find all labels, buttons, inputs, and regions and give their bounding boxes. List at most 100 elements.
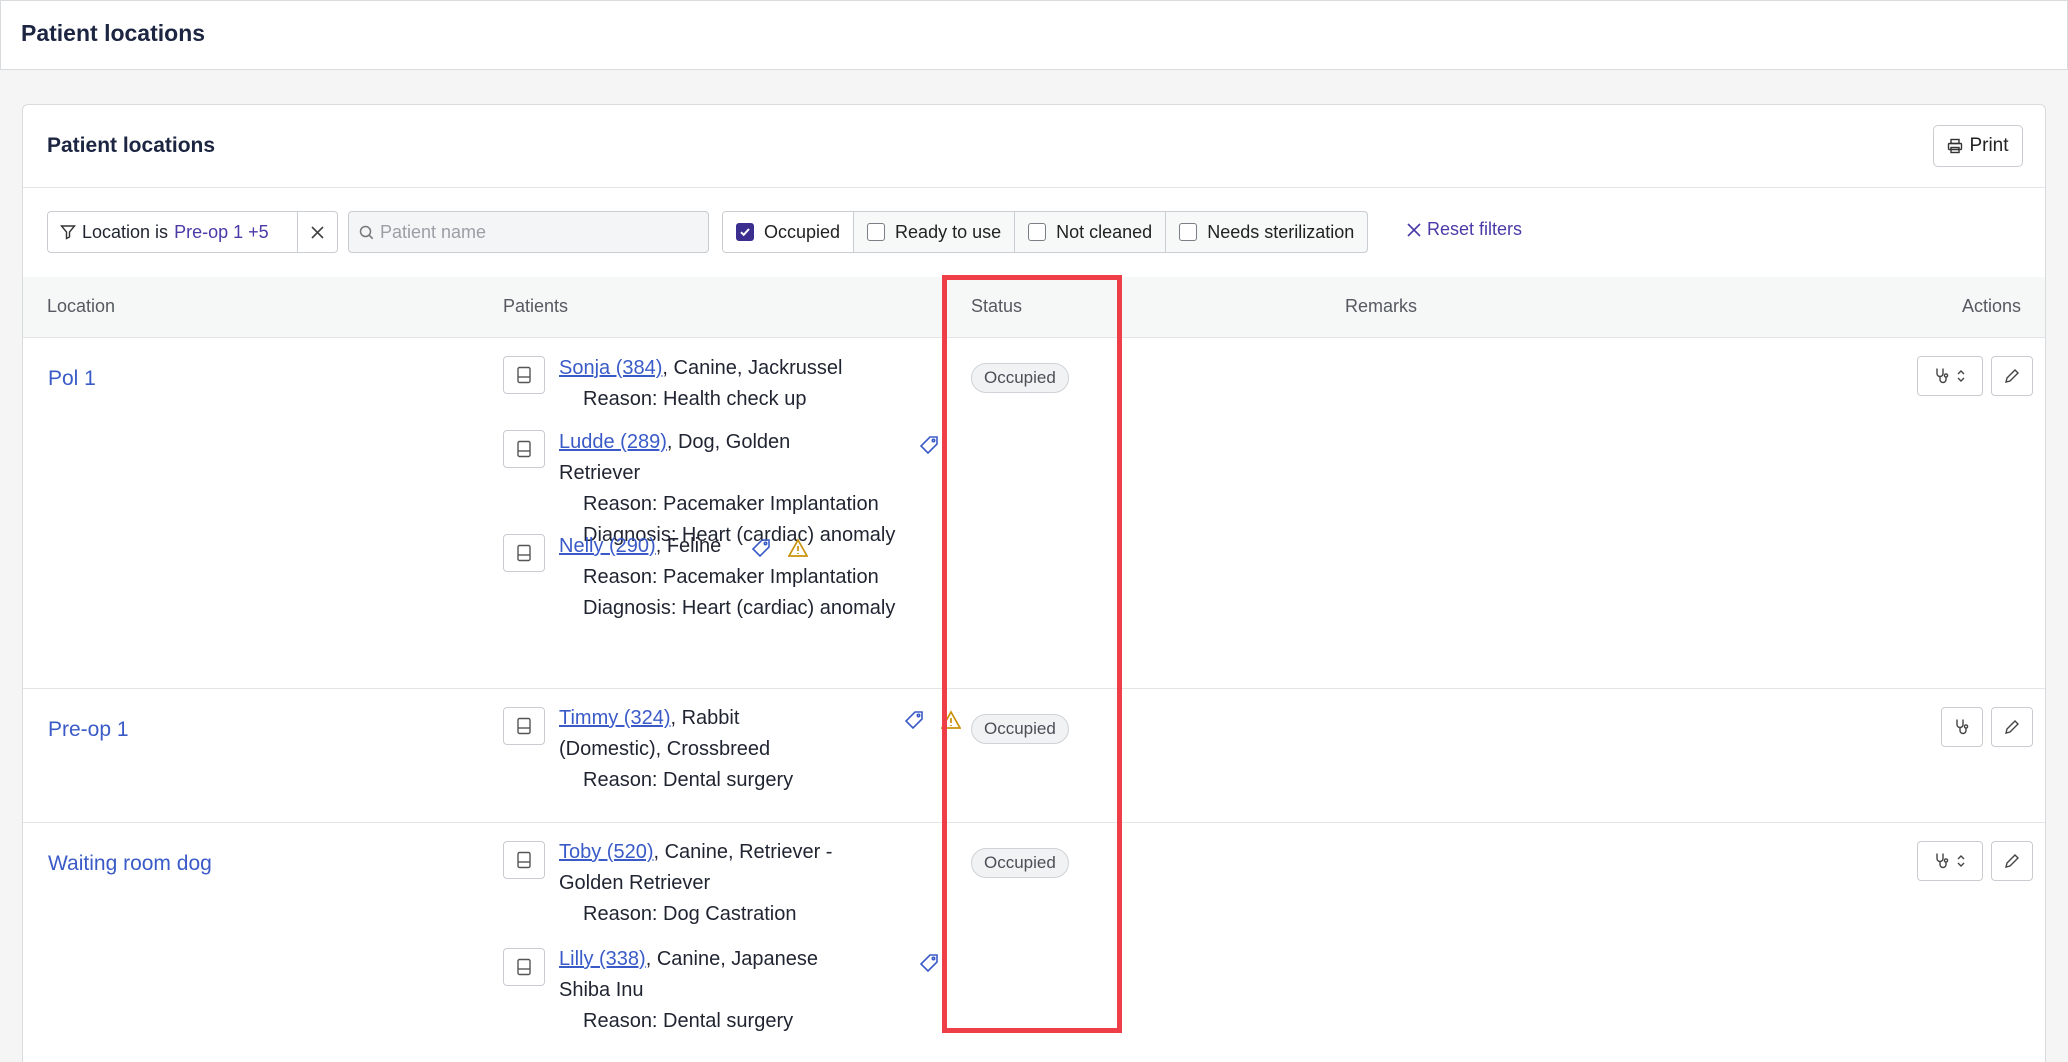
stethoscope-icon bbox=[1936, 368, 1949, 384]
tag-icon[interactable] bbox=[919, 953, 939, 973]
record-icon bbox=[517, 851, 531, 869]
status-filter-needs-sterilization[interactable]: Needs sterilization bbox=[1166, 212, 1367, 252]
search-icon bbox=[359, 225, 374, 239]
page-title: Patient locations bbox=[21, 20, 206, 46]
status-filter-label: Occupied bbox=[764, 221, 841, 242]
patient-reason: Reason: Dog Castration bbox=[583, 903, 797, 925]
edit-button[interactable] bbox=[1991, 707, 2033, 747]
divider bbox=[23, 337, 2045, 338]
status-badge: Occupied bbox=[971, 848, 1069, 878]
divider bbox=[23, 187, 2045, 188]
location-link-pol-1[interactable]: Pol 1 bbox=[48, 367, 96, 391]
table-header bbox=[23, 277, 2045, 337]
row-divider bbox=[23, 822, 2045, 823]
warning-icon[interactable] bbox=[941, 710, 961, 730]
chevron-updown-icon bbox=[1957, 855, 1965, 867]
page-header: Patient locations bbox=[0, 0, 2068, 70]
patient-link[interactable]: Timmy (324) bbox=[559, 707, 670, 729]
assign-vet-dropdown[interactable] bbox=[1917, 841, 1983, 881]
record-icon bbox=[517, 717, 531, 735]
assign-vet-dropdown[interactable] bbox=[1917, 356, 1983, 396]
patient-reason: Reason: Dental surgery bbox=[583, 1010, 794, 1032]
patient-entry: Sonja (384), Canine, Jackrussel Reason: … bbox=[559, 353, 889, 415]
patient-details-cont: Golden Retriever bbox=[559, 872, 711, 894]
patient-link[interactable]: Ludde (289) bbox=[559, 431, 667, 453]
warning-icon[interactable] bbox=[788, 538, 808, 558]
edit-button[interactable] bbox=[1991, 841, 2033, 881]
status-filter-group: Occupied Ready to use Not cleaned Needs … bbox=[722, 211, 1369, 253]
patient-reason: Reason: Pacemaker Implantation bbox=[583, 493, 879, 515]
status-filter-not-cleaned[interactable]: Not cleaned bbox=[1015, 212, 1167, 252]
patient-link[interactable]: Toby (520) bbox=[559, 841, 654, 863]
patient-details-cont: Shiba Inu bbox=[559, 979, 644, 1001]
status-filter-label: Not cleaned bbox=[1056, 221, 1153, 242]
reset-filters-button[interactable]: Reset filters bbox=[1407, 219, 1522, 240]
printer-icon bbox=[1948, 138, 1963, 154]
pencil-icon bbox=[2005, 854, 2019, 868]
status-filter-occupied[interactable]: Occupied bbox=[723, 212, 855, 252]
assign-vet-button[interactable] bbox=[1941, 707, 1983, 747]
location-filter-chip[interactable]: Location is Pre-op 1 +5 bbox=[47, 211, 338, 253]
patient-record-button[interactable] bbox=[503, 430, 545, 468]
status-badge: Occupied bbox=[971, 363, 1069, 393]
patient-search-box[interactable] bbox=[348, 211, 709, 253]
column-header-actions: Actions bbox=[1961, 296, 2021, 316]
column-header-patients[interactable]: Patients bbox=[503, 296, 568, 317]
close-icon bbox=[1407, 222, 1421, 237]
stethoscope-icon bbox=[1936, 853, 1949, 869]
patient-details: , Feline bbox=[655, 535, 722, 557]
patient-record-button[interactable] bbox=[503, 534, 545, 572]
record-icon bbox=[517, 958, 531, 976]
patient-link[interactable]: Nelly (290) bbox=[559, 535, 656, 557]
stethoscope-icon bbox=[1956, 719, 1969, 735]
status-filter-ready-to-use[interactable]: Ready to use bbox=[854, 212, 1016, 252]
patient-record-button[interactable] bbox=[503, 707, 545, 745]
checkbox-unchecked[interactable] bbox=[867, 223, 886, 241]
location-link-pre-op-1[interactable]: Pre-op 1 bbox=[48, 718, 129, 742]
tag-icon[interactable] bbox=[919, 435, 939, 455]
tag-icon[interactable] bbox=[904, 710, 924, 730]
patient-entry: Lilly (338), Canine, Japanese Shiba Inu … bbox=[559, 944, 899, 1037]
column-header-status[interactable]: Status bbox=[971, 296, 1022, 317]
patient-details: , Canine, Retriever - bbox=[653, 841, 833, 863]
checkbox-unchecked[interactable] bbox=[1179, 223, 1198, 241]
filter-icon bbox=[60, 225, 76, 240]
patient-locations-card: Patient locations Print Location is Pre-… bbox=[22, 104, 2046, 1062]
clear-location-filter-button[interactable] bbox=[297, 212, 337, 252]
close-icon bbox=[311, 225, 324, 239]
column-header-remarks[interactable]: Remarks bbox=[1345, 296, 1417, 317]
edit-button[interactable] bbox=[1991, 356, 2033, 396]
location-link-waiting-room-dog[interactable]: Waiting room dog bbox=[48, 852, 212, 876]
patient-record-button[interactable] bbox=[503, 841, 545, 879]
patient-details: , Dog, Golden bbox=[666, 431, 791, 453]
location-filter-main[interactable]: Location is Pre-op 1 +5 bbox=[48, 212, 297, 252]
record-icon bbox=[517, 366, 531, 384]
location-filter-prefix: Location is bbox=[82, 221, 169, 242]
patient-reason: Reason: Health check up bbox=[583, 388, 807, 410]
patient-link[interactable]: Sonja (384) bbox=[559, 357, 662, 379]
patient-reason: Reason: Dental surgery bbox=[583, 769, 794, 791]
chevron-updown-icon bbox=[1957, 370, 1965, 382]
checkbox-unchecked[interactable] bbox=[1028, 223, 1047, 241]
print-label: Print bbox=[1969, 135, 2009, 156]
status-filter-label: Ready to use bbox=[895, 221, 1002, 242]
patient-details-cont: Retriever bbox=[559, 462, 641, 484]
row-divider bbox=[23, 688, 2045, 689]
patient-record-button[interactable] bbox=[503, 356, 545, 394]
patient-entry: Timmy (324), Rabbit (Domestic), Crossbre… bbox=[559, 703, 889, 796]
print-button[interactable]: Print bbox=[1933, 125, 2023, 167]
patient-entry: Nelly (290), Feline Reason: Pacemaker Im… bbox=[559, 531, 939, 624]
pencil-icon bbox=[2005, 720, 2019, 734]
tag-icon[interactable] bbox=[751, 538, 771, 558]
patient-record-button[interactable] bbox=[503, 948, 545, 986]
pencil-icon bbox=[2005, 369, 2019, 383]
status-filter-label: Needs sterilization bbox=[1207, 221, 1355, 242]
checkbox-checked[interactable] bbox=[736, 223, 754, 241]
patient-details: , Rabbit bbox=[670, 707, 740, 729]
patient-details-cont: (Domestic), Crossbreed bbox=[559, 738, 771, 760]
column-header-location[interactable]: Location bbox=[47, 296, 115, 317]
check-icon bbox=[740, 228, 750, 237]
record-icon bbox=[517, 440, 531, 458]
patient-search-input[interactable] bbox=[380, 221, 708, 243]
patient-link[interactable]: Lilly (338) bbox=[559, 948, 646, 970]
